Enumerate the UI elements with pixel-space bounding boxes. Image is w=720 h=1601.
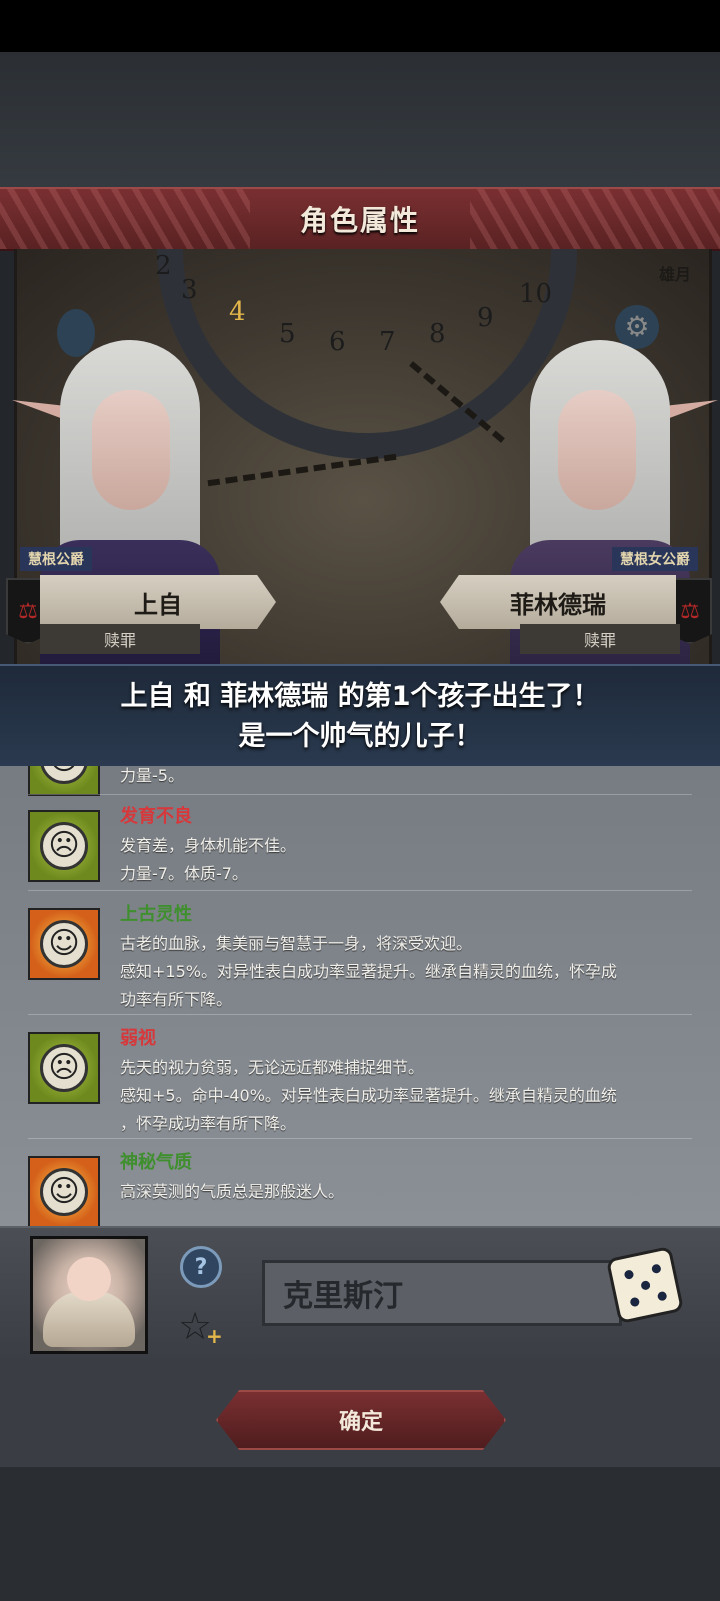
status-bar [0, 0, 720, 52]
page-title: 角色属性 [299, 204, 420, 237]
month-label: 雄月 [658, 265, 691, 284]
trait-line: 感知+5。命中-40%。对异性表白成功率显著提升。继承自精灵的血统 [120, 1086, 617, 1105]
trait-line: 高深莫测的气质总是那般迷人。 [120, 1182, 345, 1201]
mother-name: 菲林德瑞 [440, 575, 676, 629]
dial-number-current: 4 [229, 297, 246, 327]
trait-name: 上古灵性 [120, 904, 192, 925]
trait-line: 功率有所下降。 [120, 990, 233, 1009]
trait-icon: ☹ [28, 766, 100, 796]
birth-announcement: 上自 和 菲林德瑞 的第1个孩子出生了！ 是一个帅气的儿子！ [0, 664, 720, 770]
sad-face-icon: ☹ [40, 822, 88, 870]
add-favorite-star-icon[interactable]: ☆ + [178, 1306, 223, 1348]
trait-name: 神秘气质 [120, 1152, 192, 1173]
father-rank-label: 慧根公爵 [20, 547, 92, 571]
trait-line: 古老的血脉，集美丽与智慧于一身，将深受欢迎。 [120, 934, 473, 953]
trait-icon: ☺ [28, 1156, 100, 1226]
trait-line: ，怀孕成功率有所下降。 [120, 1114, 297, 1133]
sad-face-icon: ☹ [40, 766, 88, 784]
dial-number: 2 [155, 251, 172, 281]
child-panel: ? ☆ + 克里斯汀 [0, 1226, 720, 1365]
dial-number: 9 [477, 303, 494, 333]
trait-line: 感知+15%。对异性表白成功率显著提升。继承自精灵的血统，怀孕成 [120, 962, 617, 981]
trait-line: 发育差，身体机能不佳。 [120, 836, 297, 855]
dial-number: 5 [279, 319, 296, 349]
help-icon[interactable]: ? [180, 1246, 222, 1288]
background-top [0, 52, 720, 187]
happy-face-icon: ☺ [40, 920, 88, 968]
trait-line: 先天的视力贫弱，无论远近都难捕捉细节。 [120, 1058, 425, 1077]
child-name-field[interactable]: 克里斯汀 [262, 1260, 622, 1326]
dial-number: 3 [181, 275, 198, 305]
random-name-dice-icon[interactable] [605, 1245, 685, 1325]
happy-face-icon: ☺ [40, 1168, 88, 1216]
trait-icon: ☺ [28, 908, 100, 980]
trait-line: 力量-5。 [120, 766, 184, 785]
dial-number: 6 [329, 327, 346, 357]
announcement-line-2: 是一个帅气的儿子！ [238, 721, 482, 752]
map-path [207, 453, 397, 487]
background-bottom [0, 1467, 720, 1601]
trait-line: 力量-7。体质-7。 [120, 864, 248, 883]
confirm-button[interactable]: 确定 [216, 1390, 506, 1450]
dial-number: 10 [519, 279, 553, 309]
trait-icon: ☹ [28, 810, 100, 882]
mother-rank-label: 慧根女公爵 [612, 547, 698, 571]
trait-name: 弱视 [120, 1028, 156, 1049]
trait-list[interactable]: ☹ 力量-5。 ☹ 发育不良 发育差，身体机能不佳。 力量-7。体质-7。 ☺ … [0, 766, 720, 1226]
sad-face-icon: ☹ [40, 1044, 88, 1092]
mother-status: 赎罪 [520, 624, 680, 654]
dial-number: 7 [379, 327, 396, 357]
trait-icon: ☹ [28, 1032, 100, 1104]
title-bar: 角色属性 [0, 187, 720, 251]
dial-number: 8 [429, 319, 446, 349]
ornament-right [470, 189, 720, 249]
ornament-left [0, 189, 250, 249]
trait-name: 发育不良 [120, 806, 192, 827]
father-name: 上自 [40, 575, 276, 629]
announcement-line-1: 上自 和 菲林德瑞 的第1个孩子出生了！ [120, 681, 600, 712]
child-portrait [30, 1236, 148, 1354]
father-status: 赎罪 [40, 624, 200, 654]
